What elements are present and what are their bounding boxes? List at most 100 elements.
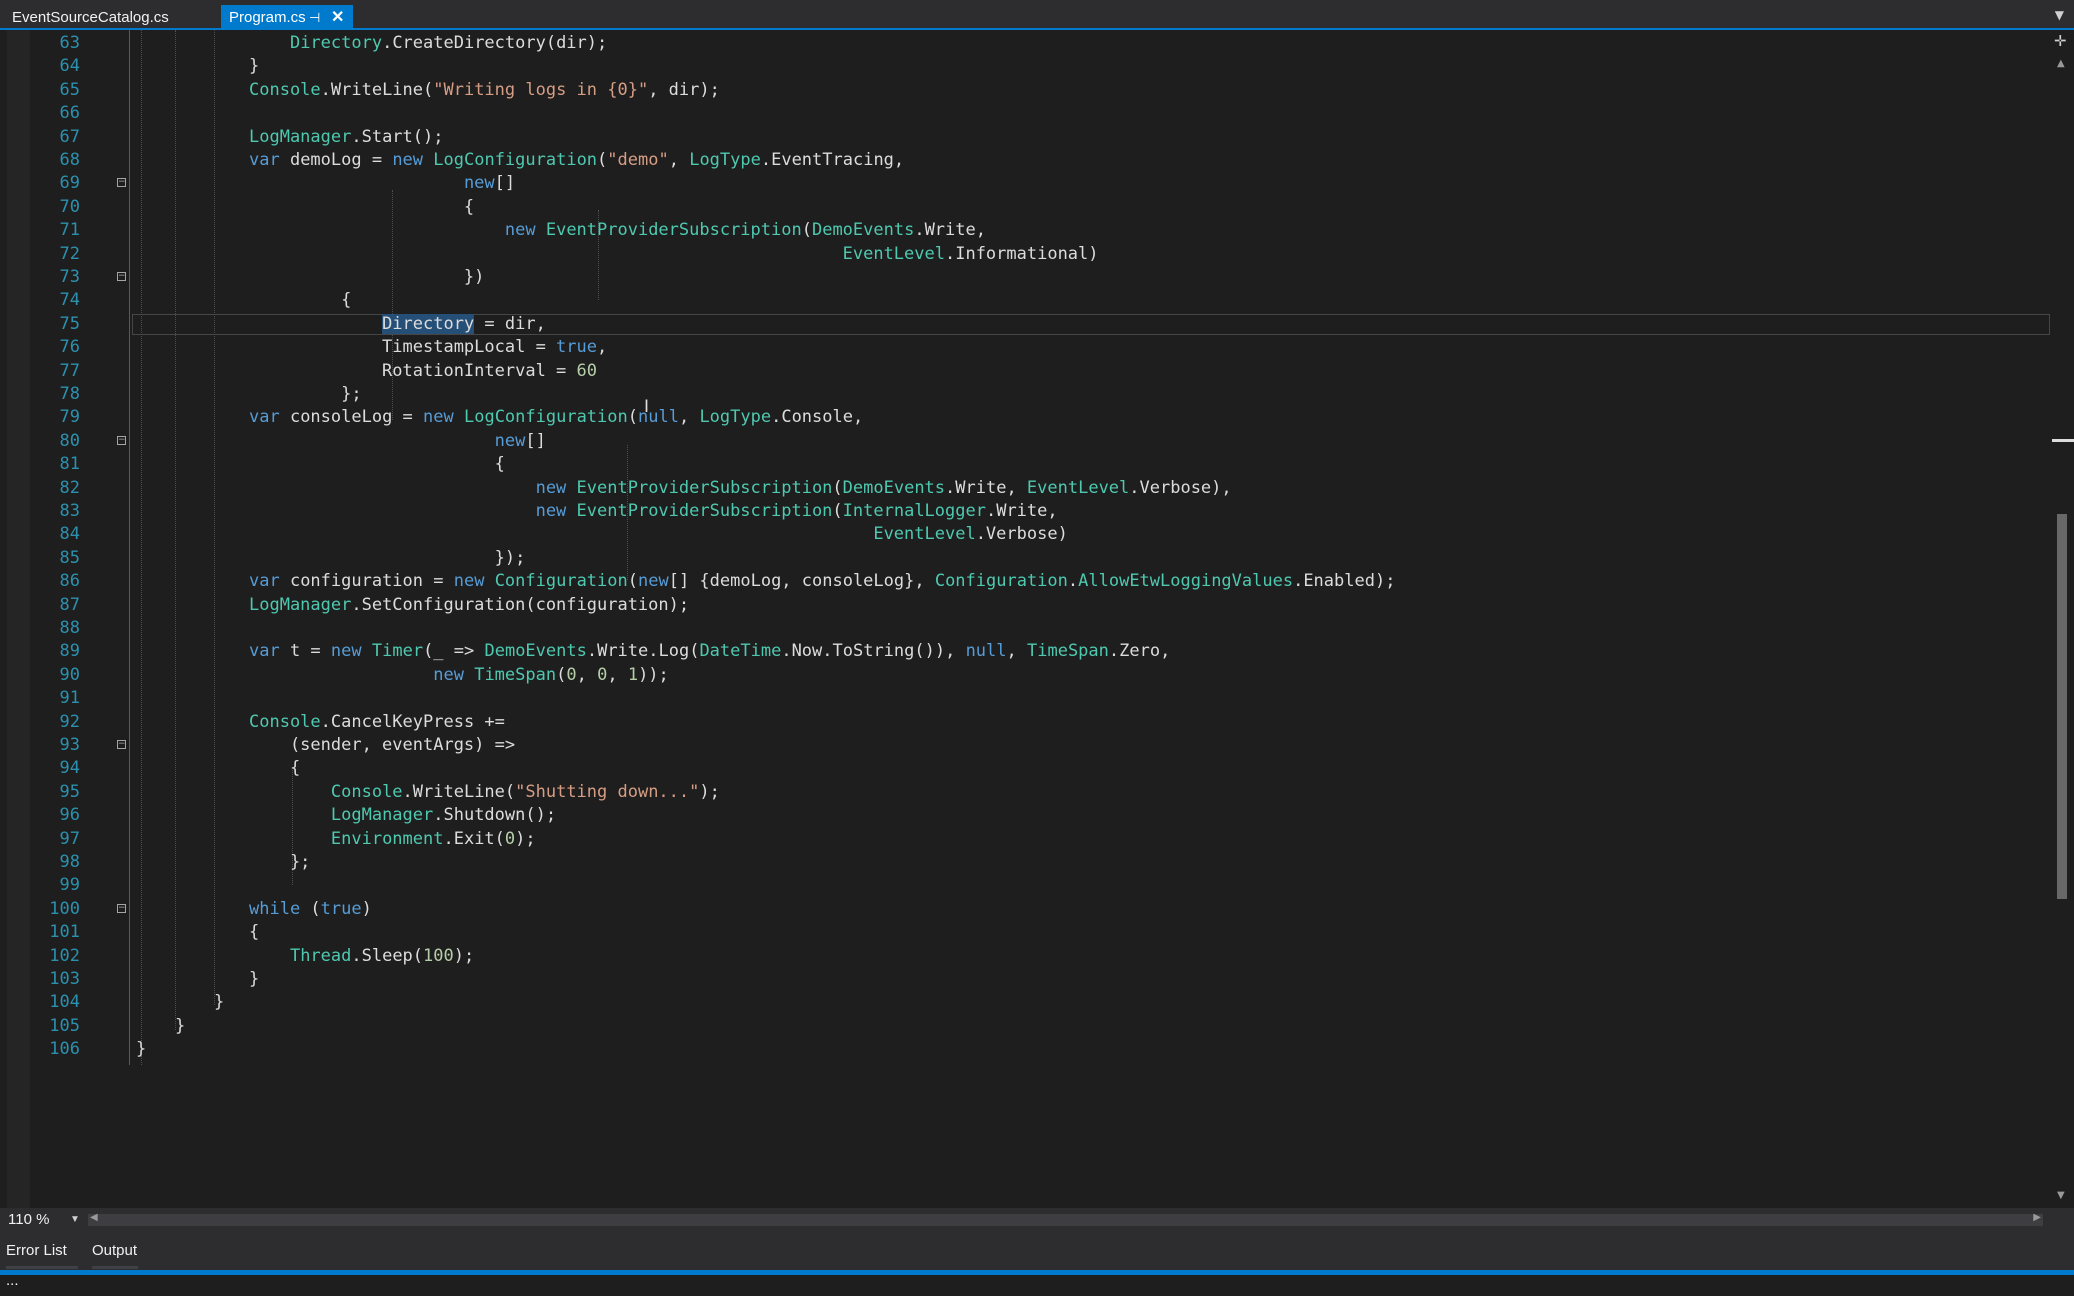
code-line[interactable]: 81 { [0, 453, 2050, 476]
close-icon[interactable]: ✕ [331, 5, 344, 30]
code-line[interactable]: 99 [0, 874, 2050, 897]
code-line[interactable]: 65 Console.WriteLine("Writing logs in {0}… [0, 79, 2050, 102]
code-token: LogConfiguration [463, 407, 628, 428]
code-line[interactable]: 72 EventLevel.Informational) [0, 243, 2050, 266]
line-number: 74 [59, 290, 80, 311]
code-line[interactable]: 71 new EventProviderSubscription(DemoEve… [0, 219, 2050, 242]
code-text: } [175, 1015, 185, 1038]
code-line[interactable]: 70 { [0, 196, 2050, 219]
code-text: { [249, 289, 351, 312]
tab-program[interactable]: Program.cs ⊣ ✕ [221, 5, 353, 30]
code-line[interactable]: 96 LogManager.Shutdown(); [0, 804, 2050, 827]
code-line[interactable]: 73 − }) [0, 266, 2050, 289]
code-line[interactable]: 94 { [0, 757, 2050, 780]
code-line[interactable]: 66 [0, 102, 2050, 125]
code-token: InternalLogger [842, 501, 986, 521]
chevron-down-icon[interactable]: ▼ [2055, 8, 2064, 22]
code-line[interactable]: 87 LogManager.SetConfiguration(configurat… [0, 594, 2050, 617]
code-text: LogManager.Start(); [249, 126, 443, 149]
code-line[interactable]: 79 var consoleLog = new LogConfiguration(… [0, 406, 2050, 429]
code-line[interactable]: 90 new TimeSpan(0, 0, 1)); [0, 664, 2050, 687]
code-line[interactable]: 83 new EventProviderSubscription(Interna… [0, 500, 2050, 523]
code-line[interactable]: 74 { [0, 289, 2050, 312]
code-line[interactable]: 97 Environment.Exit(0); [0, 828, 2050, 851]
code-line[interactable]: 63 Directory.CreateDirectory(dir); [0, 32, 2050, 55]
scrollbar-thumb[interactable] [2057, 514, 2067, 899]
code-token: t = [279, 641, 331, 662]
zoom-level-dropdown[interactable]: 110 % ▼ [8, 1210, 83, 1230]
tab-error-list[interactable]: Error List ... [6, 1236, 78, 1289]
code-line[interactable]: 105} [0, 1015, 2050, 1038]
horizontal-scrollbar[interactable]: ◀ ▶ [88, 1212, 2043, 1226]
code-line[interactable]: 92 Console.CancelKeyPress += [0, 711, 2050, 734]
scroll-left-icon[interactable]: ◀ [90, 1212, 98, 1223]
code-token: , [678, 407, 700, 428]
code-token: EventLevel [1026, 477, 1130, 498]
code-line[interactable]: 82 new EventProviderSubscription(DemoEve… [0, 477, 2050, 500]
line-number: 95 [59, 781, 80, 802]
line-number: 102 [49, 945, 80, 966]
code-line[interactable]: 101 { [0, 921, 2050, 944]
code-token: demoLog = [279, 150, 393, 170]
code-line[interactable]: 76 TimestampLocal = true, [0, 336, 2050, 359]
code-line[interactable]: 68 var demoLog = new LogConfiguration("de… [0, 149, 2050, 172]
code-token: .Write, [985, 501, 1058, 521]
tab-eventsourcecatalog[interactable]: EventSourceCatalog.cs [4, 5, 216, 30]
code-token: TimestampLocal = [249, 337, 557, 358]
code-token: }; [249, 384, 362, 404]
collapse-icon[interactable]: − [117, 435, 126, 445]
split-handle-icon[interactable]: ✛ [2054, 32, 2067, 50]
code-editor[interactable]: 63 Directory.CreateDirectory(dir); 64} 65 C… [0, 30, 2074, 1208]
tab-output[interactable]: Output [92, 1236, 138, 1269]
collapse-icon[interactable]: − [117, 178, 126, 188]
code-line[interactable]: 95 Console.WriteLine("Shutting down...")… [0, 781, 2050, 804]
code-line[interactable]: 85 }); [0, 547, 2050, 570]
code-line[interactable]: 100 − while (true) [0, 898, 2050, 921]
code-line[interactable]: 78 }; [0, 383, 2050, 406]
code-token: } [136, 1039, 147, 1060]
code-line[interactable]: 102 Thread.Sleep(100); [0, 945, 2050, 968]
pin-icon[interactable]: ⊣ [309, 5, 320, 30]
code-token: ( [832, 501, 843, 521]
code-text: TimestampLocal = true, [249, 336, 607, 359]
code-token: Environment [330, 828, 444, 849]
code-line[interactable]: 104} [0, 991, 2050, 1014]
code-line[interactable]: 93 − (sender, eventArgs) => [0, 734, 2050, 757]
line-number: 75 [59, 313, 80, 334]
collapse-icon[interactable]: − [117, 740, 126, 749]
code-line[interactable]: 98 }; [0, 851, 2050, 874]
code-line[interactable]: 86 var configuration = new Configuration(… [0, 570, 2050, 593]
code-text: Console.WriteLine("Writing logs in {0}",… [249, 79, 720, 102]
code-line[interactable]: 80 − new[] [0, 430, 2050, 453]
scroll-right-icon[interactable]: ▶ [2033, 1212, 2041, 1223]
scroll-up-icon[interactable]: ▲ [2057, 58, 2065, 69]
code-line[interactable]: 84 EventLevel.Verbose) [0, 523, 2050, 546]
code-line[interactable]: 106} [0, 1038, 2050, 1061]
code-line[interactable]: 77 RotationInterval = 60 [0, 360, 2050, 383]
code-line[interactable]: 103} [0, 968, 2050, 991]
code-text: var demoLog = new LogConfiguration("demo… [249, 149, 904, 172]
code-line[interactable]: 75 Directory = dir, [0, 313, 2050, 336]
code-line[interactable]: 91 [0, 687, 2050, 710]
code-line[interactable]: 67 LogManager.Start(); [0, 126, 2050, 149]
code-token: .Write.Log( [586, 641, 700, 662]
code-token: configuration = [279, 571, 454, 592]
code-line[interactable]: 69 − new[] [0, 172, 2050, 195]
collapse-icon[interactable]: − [117, 903, 126, 913]
code-token: .Write, [914, 220, 986, 241]
code-token: [] {demoLog, consoleLog}, [668, 571, 935, 592]
code-token: , [607, 664, 628, 685]
line-number: 96 [59, 805, 80, 826]
code-token: .Write, [945, 477, 1027, 498]
code-line[interactable]: 64} [0, 55, 2050, 78]
code-token: ( [801, 220, 812, 241]
scroll-down-icon[interactable]: ▼ [2057, 1190, 2065, 1201]
collapse-icon[interactable]: − [117, 272, 126, 281]
code-line[interactable]: 89 var t = new Timer(_ => DemoEvents.Writ… [0, 640, 2050, 663]
code-line[interactable]: 88 [0, 617, 2050, 640]
vertical-scrollbar[interactable]: ✛ ▲ ▼ [2050, 30, 2074, 1208]
code-token: DemoEvents [484, 641, 587, 662]
